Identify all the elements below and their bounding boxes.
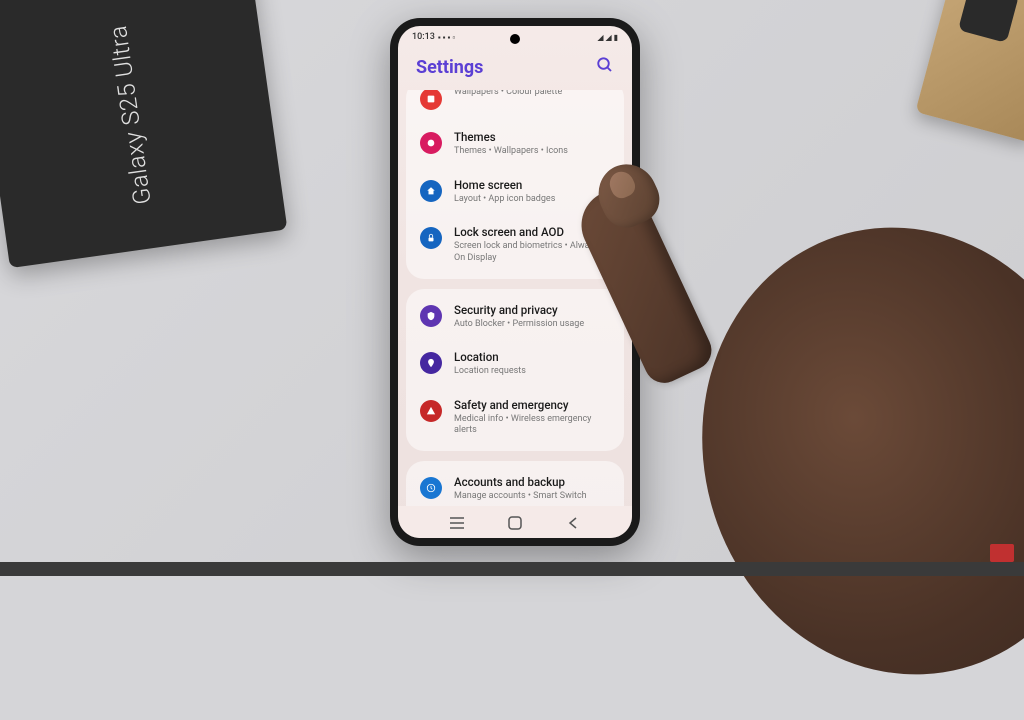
wallpaper-icon bbox=[420, 90, 442, 110]
page-title: Settings bbox=[416, 57, 483, 78]
item-title: Themes bbox=[454, 130, 610, 145]
settings-group-personalization: Wallpapers • Colour palette Themes Theme… bbox=[406, 90, 624, 279]
search-icon bbox=[596, 56, 614, 74]
home-nav-icon bbox=[508, 516, 522, 530]
phone-screen: 10:13 ▪ ▪ ▪ ▫ ◢ ◢ ▮ Settings bbox=[398, 26, 632, 538]
nav-home-button[interactable] bbox=[500, 514, 530, 532]
settings-item-safety[interactable]: Safety and emergency Medical info • Wire… bbox=[406, 388, 624, 447]
item-title: Location bbox=[454, 350, 610, 365]
nav-recents-button[interactable] bbox=[442, 514, 472, 532]
item-title: Lock screen and AOD bbox=[454, 225, 610, 240]
emergency-icon bbox=[420, 400, 442, 422]
item-title: Accounts and backup bbox=[454, 475, 610, 490]
item-title: Safety and emergency bbox=[454, 398, 610, 413]
status-time: 10:13 bbox=[412, 32, 435, 42]
product-box: Galaxy S25 Ultra bbox=[0, 0, 287, 268]
item-subtitle: Wallpapers • Colour palette bbox=[454, 90, 610, 99]
navigation-bar bbox=[398, 506, 632, 538]
settings-scroll-area[interactable]: Wallpapers • Colour palette Themes Theme… bbox=[398, 90, 632, 506]
settings-item-accounts[interactable]: Accounts and backup Manage accounts • Sm… bbox=[406, 465, 624, 506]
back-icon bbox=[567, 516, 579, 530]
item-title: Security and privacy bbox=[454, 303, 610, 318]
phone-frame: 10:13 ▪ ▪ ▪ ▫ ◢ ◢ ▮ Settings bbox=[390, 18, 640, 546]
status-indicators: ▪ ▪ ▪ ▫ bbox=[438, 33, 455, 42]
item-subtitle: Themes • Wallpapers • Icons bbox=[454, 146, 610, 158]
search-button[interactable] bbox=[596, 56, 614, 78]
item-subtitle: Location requests bbox=[454, 366, 610, 378]
nav-back-button[interactable] bbox=[558, 514, 588, 532]
shield-icon bbox=[420, 305, 442, 327]
home-icon bbox=[420, 180, 442, 202]
settings-header: Settings bbox=[398, 44, 632, 90]
themes-icon bbox=[420, 132, 442, 154]
settings-item-wallpaper[interactable]: Wallpapers • Colour palette bbox=[406, 90, 624, 120]
settings-item-security[interactable]: Security and privacy Auto Blocker • Perm… bbox=[406, 293, 624, 341]
item-subtitle: Manage accounts • Smart Switch bbox=[454, 491, 610, 503]
item-subtitle: Screen lock and biometrics • Always On D… bbox=[454, 241, 610, 264]
status-right-icons: ◢ ◢ ▮ bbox=[597, 33, 618, 42]
settings-group-security: Security and privacy Auto Blocker • Perm… bbox=[406, 289, 624, 452]
item-subtitle: Layout • App icon badges bbox=[454, 194, 610, 206]
settings-group-accounts: Accounts and backup Manage accounts • Sm… bbox=[406, 461, 624, 506]
lock-icon bbox=[420, 227, 442, 249]
recents-icon bbox=[449, 516, 465, 530]
settings-item-themes[interactable]: Themes Themes • Wallpapers • Icons bbox=[406, 120, 624, 168]
video-bottom-bar bbox=[0, 562, 1024, 576]
settings-item-home-screen[interactable]: Home screen Layout • App icon badges bbox=[406, 168, 624, 216]
accounts-icon bbox=[420, 477, 442, 499]
box-label: Galaxy S25 Ultra bbox=[104, 24, 157, 207]
location-icon bbox=[420, 352, 442, 374]
settings-item-location[interactable]: Location Location requests bbox=[406, 340, 624, 388]
video-logo bbox=[990, 544, 1014, 562]
item-title: Home screen bbox=[454, 178, 610, 193]
settings-item-lock-screen[interactable]: Lock screen and AOD Screen lock and biom… bbox=[406, 215, 624, 274]
camera-cutout bbox=[510, 34, 520, 44]
item-subtitle: Medical info • Wireless emergency alerts bbox=[454, 414, 610, 437]
item-subtitle: Auto Blocker • Permission usage bbox=[454, 319, 610, 331]
